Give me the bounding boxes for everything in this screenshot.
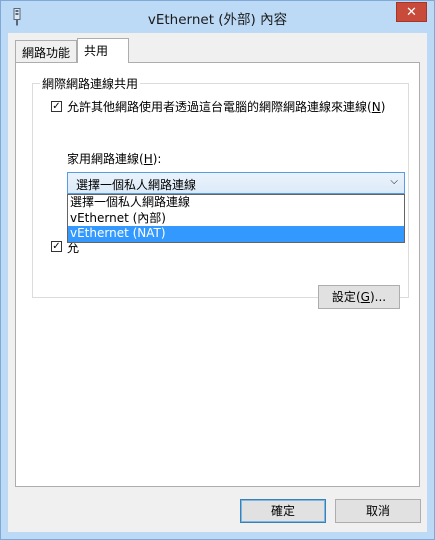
close-button[interactable]: ✕	[396, 2, 427, 22]
tab-networking[interactable]: 網路功能	[15, 40, 77, 62]
chevron-down-icon: ⌵	[390, 176, 398, 187]
ics-group-title: 網際網路連線共用	[40, 75, 141, 92]
settings-button[interactable]: 設定(G)...	[318, 285, 400, 309]
checkmark-icon: ✓	[52, 241, 61, 252]
allow-sharing-checkbox[interactable]: ✓	[51, 101, 62, 112]
option-choose-private[interactable]: 選擇一個私人網路連線	[68, 195, 404, 211]
dialog-client-area: 網路功能 共用 網際網路連線共用 ✓ 允許其他網路使用者透過這台電腦的網際網路連…	[8, 33, 427, 532]
home-network-options: 選擇一個私人網路連線 vEthernet (內部) vEthernet (NAT…	[67, 194, 405, 243]
window-title: vEthernet (外部) 內容	[147, 12, 288, 28]
title-bar[interactable]: vEthernet (外部) 內容 ✕	[1, 1, 434, 33]
checkmark-icon: ✓	[52, 101, 61, 112]
tab-sharing[interactable]: 共用	[77, 38, 129, 63]
home-network-select[interactable]: 選擇一個私人網路連線 ⌵	[67, 172, 405, 194]
properties-window: vEthernet (外部) 內容 ✕ 網路功能 共用 網際網路連線共用 ✓ 允…	[0, 0, 435, 540]
allow-sharing-label[interactable]: 允許其他網路使用者透過這台電腦的網際網路連線來連線(N)	[67, 98, 385, 115]
allow-control-checkbox[interactable]: ✓	[51, 241, 62, 252]
selected-value: 選擇一個私人網路連線	[76, 178, 197, 192]
ok-button[interactable]: 確定	[240, 499, 326, 523]
cancel-button[interactable]: 取消	[335, 499, 421, 523]
sharing-tab-panel: 網際網路連線共用 ✓ 允許其他網路使用者透過這台電腦的網際網路連線來連線(N) …	[15, 62, 420, 487]
home-network-label: 家用網路連線(H):	[67, 152, 162, 166]
close-icon: ✕	[406, 4, 417, 20]
option-vethernet-internal[interactable]: vEthernet (內部)	[68, 211, 404, 227]
option-vethernet-nat[interactable]: vEthernet (NAT)	[68, 226, 404, 242]
